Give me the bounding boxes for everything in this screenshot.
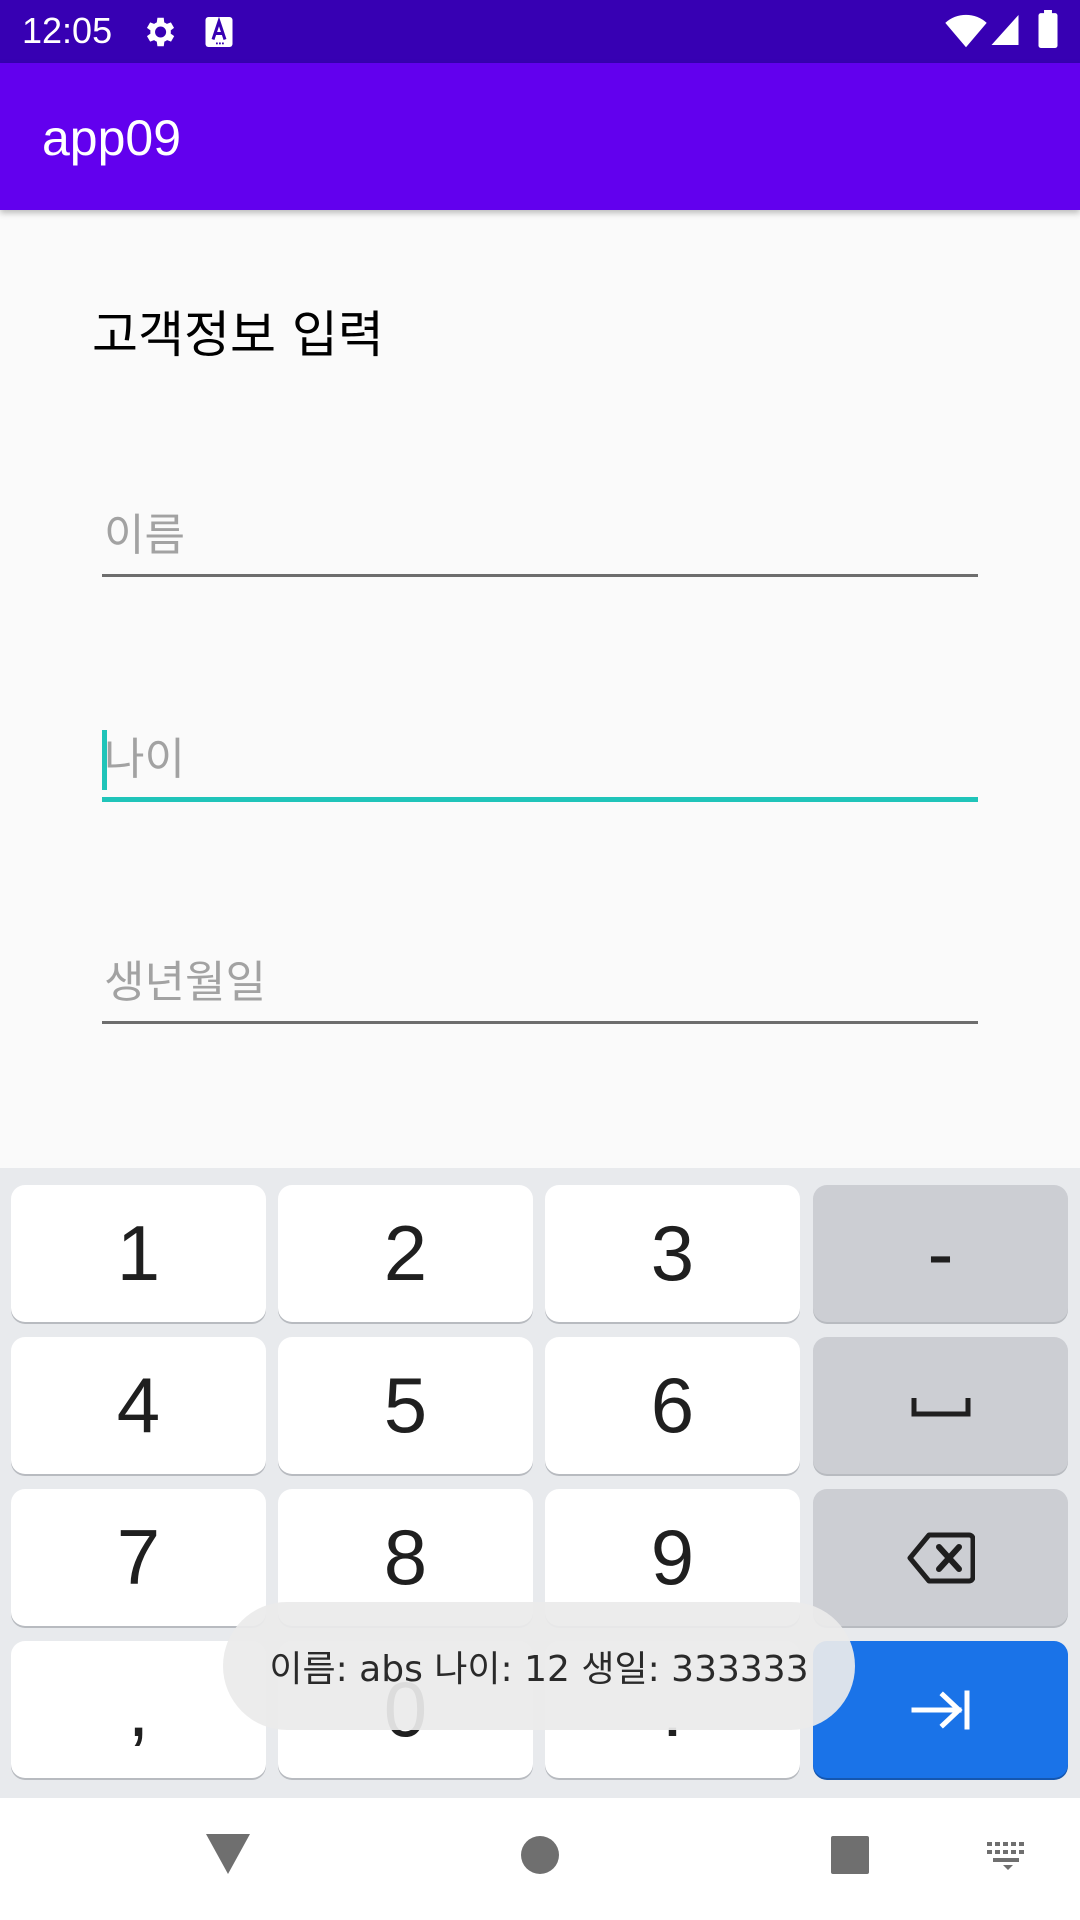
- signal-icon: [991, 15, 1019, 45]
- key-space[interactable]: [813, 1337, 1068, 1474]
- backspace-icon: [907, 1532, 975, 1583]
- key-backspace[interactable]: [813, 1489, 1068, 1626]
- app-bar: app09: [0, 63, 1080, 210]
- battery-icon: [1038, 10, 1058, 48]
- status-bar: 12:05: [0, 0, 1080, 63]
- birthdate-input[interactable]: [102, 944, 978, 1021]
- keyboard-switch-icon[interactable]: [986, 1841, 1030, 1871]
- tab-next-icon: [911, 1690, 969, 1729]
- key-4[interactable]: 4: [11, 1337, 266, 1474]
- age-field[interactable]: [102, 722, 978, 802]
- name-field[interactable]: [102, 497, 978, 577]
- space-icon: [911, 1397, 970, 1416]
- name-input[interactable]: [102, 497, 978, 574]
- key-5[interactable]: 5: [278, 1337, 533, 1474]
- keyboard-a-icon: [205, 16, 233, 47]
- wifi-icon: [945, 14, 987, 48]
- text-cursor: [102, 730, 107, 790]
- gear-icon: [146, 17, 175, 47]
- status-time: 12:05: [22, 10, 113, 51]
- back-icon[interactable]: [206, 1834, 250, 1874]
- app-title: app09: [42, 110, 182, 166]
- key-2[interactable]: 2: [278, 1185, 533, 1322]
- form-heading: 고객정보 입력: [92, 306, 384, 364]
- key-1[interactable]: 1: [11, 1185, 266, 1322]
- navigation-bar: [0, 1798, 1080, 1920]
- age-input[interactable]: [102, 722, 978, 797]
- recents-icon[interactable]: [830, 1835, 870, 1875]
- key-7[interactable]: 7: [11, 1489, 266, 1626]
- home-icon[interactable]: [520, 1835, 560, 1875]
- birthdate-field[interactable]: [102, 944, 978, 1024]
- key-3[interactable]: 3: [545, 1185, 800, 1322]
- toast-message: 이름: abs 나이: 12 생일: 333333: [223, 1602, 855, 1730]
- key-minus[interactable]: -: [813, 1185, 1068, 1322]
- key-6[interactable]: 6: [545, 1337, 800, 1474]
